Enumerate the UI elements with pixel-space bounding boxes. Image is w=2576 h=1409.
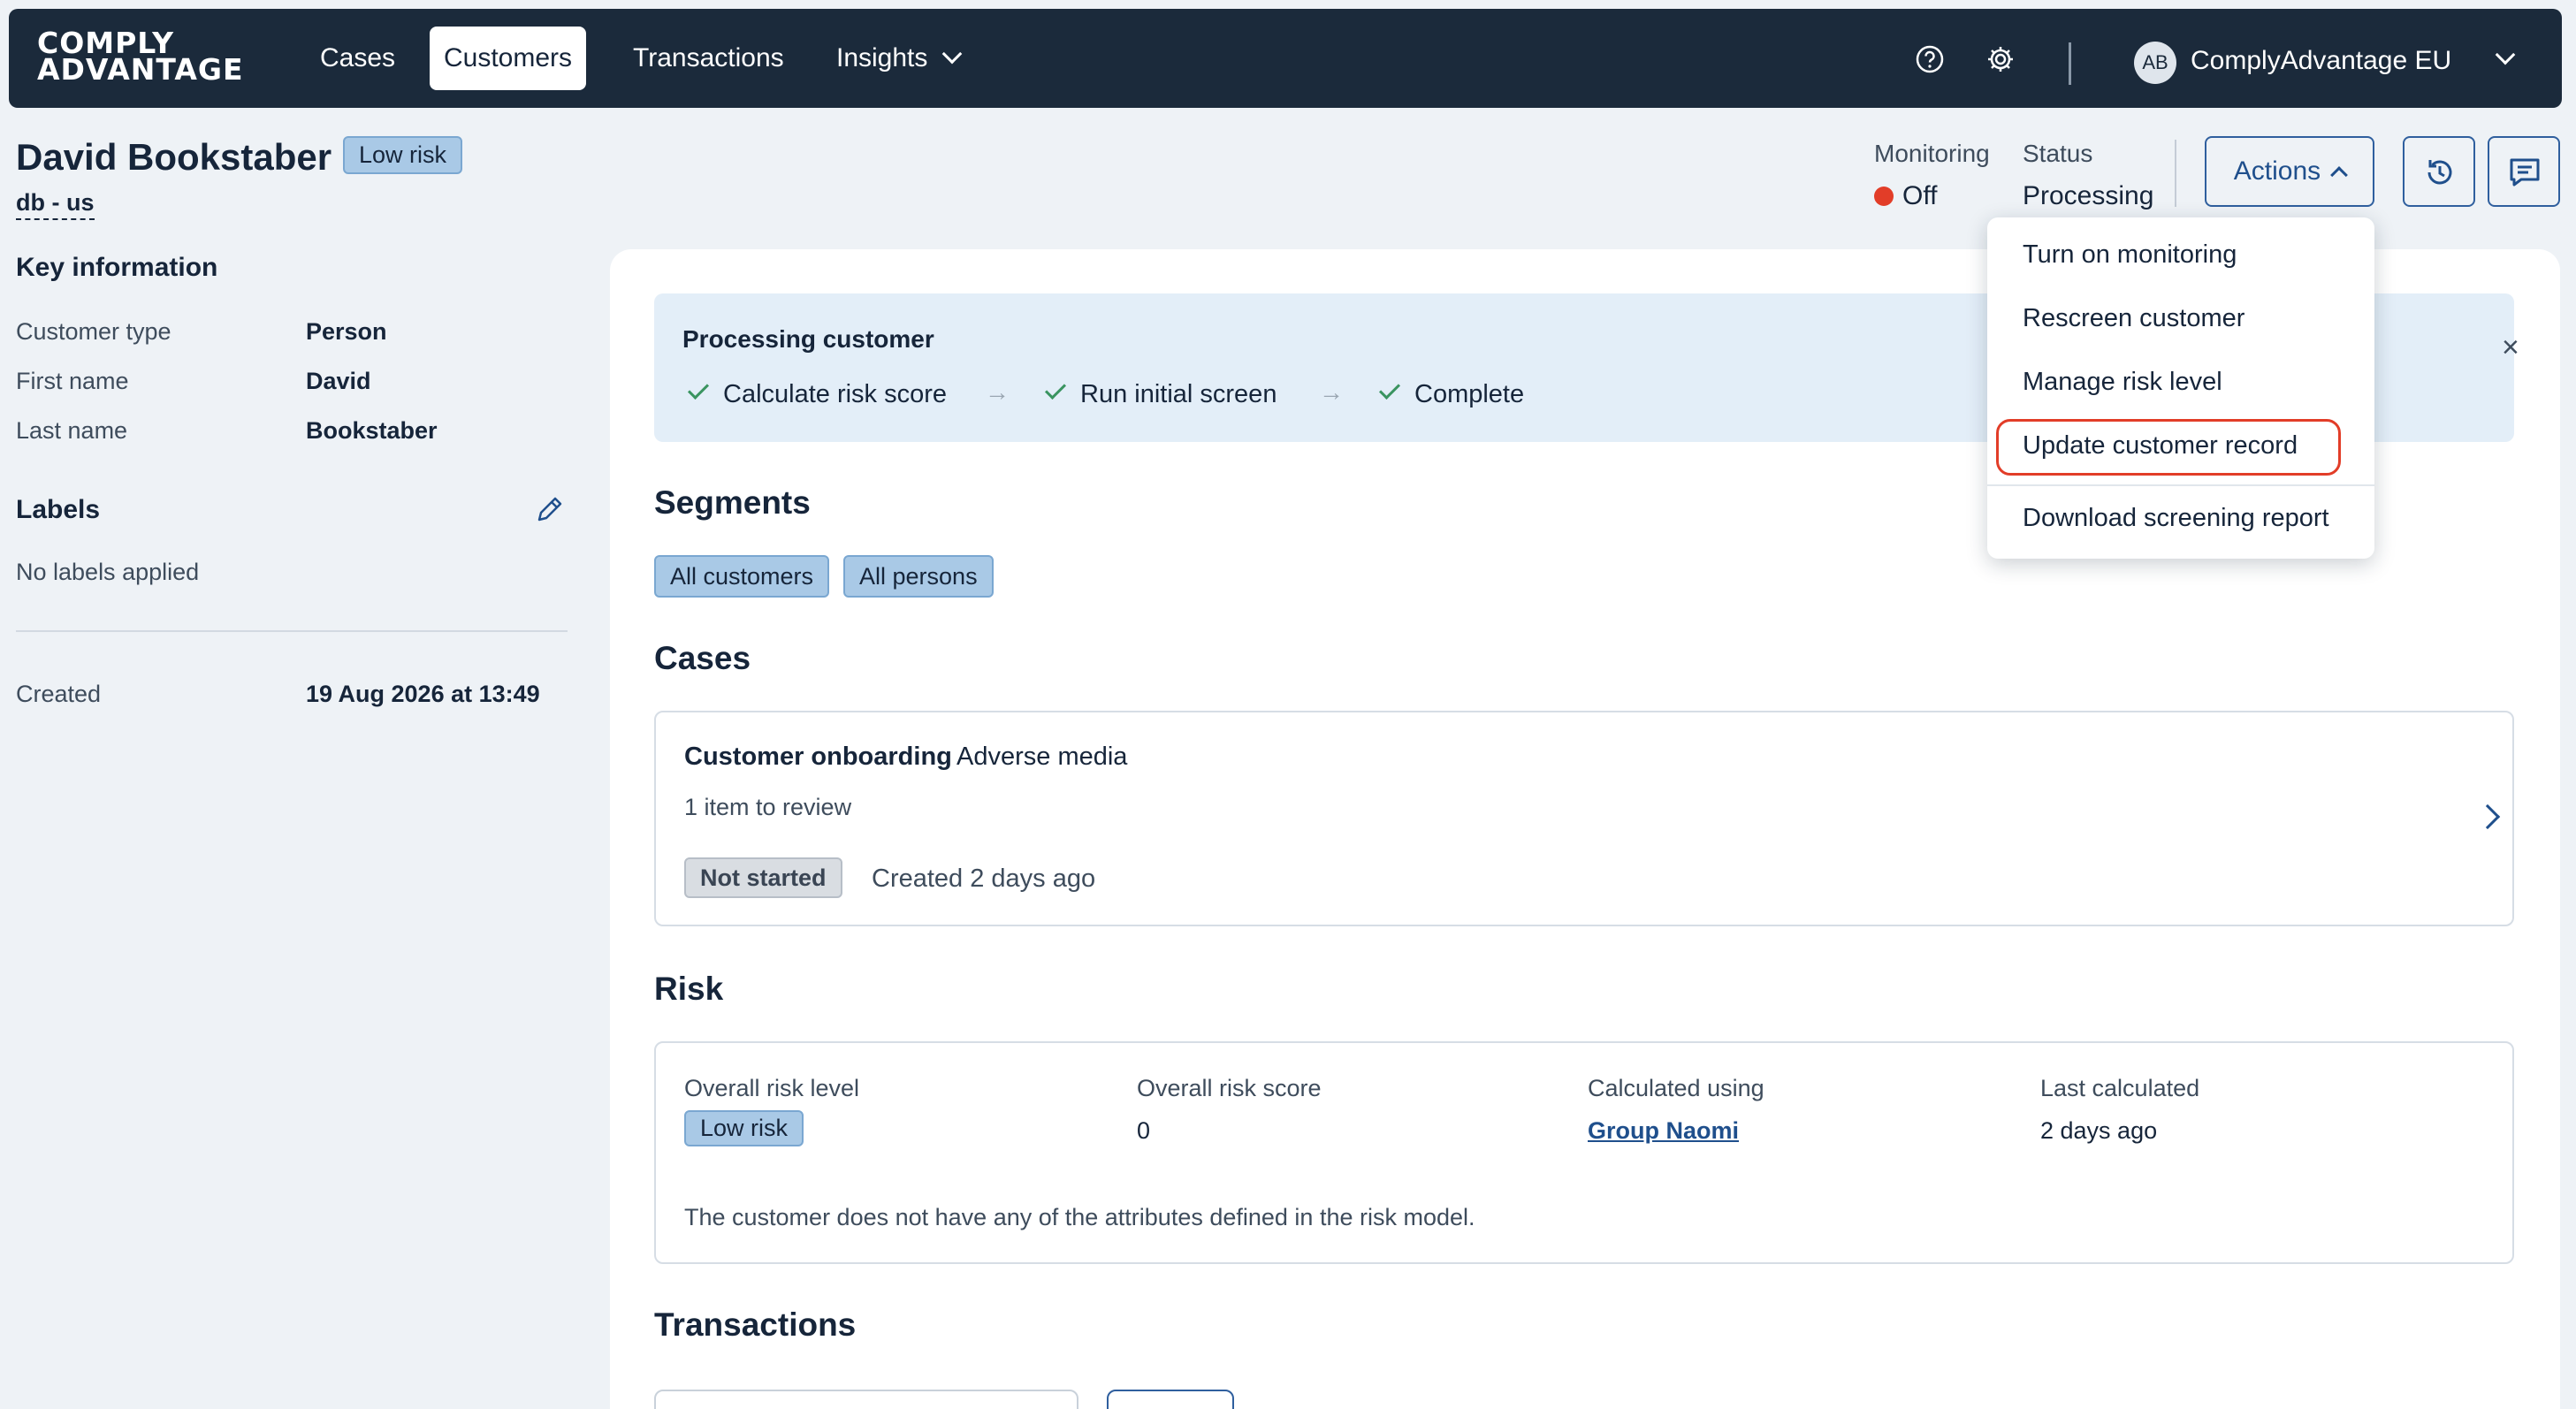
customer-type-label: Customer type — [16, 318, 171, 345]
risk-card: Overall risk level Low risk Overall risk… — [654, 1041, 2514, 1264]
transactions-title: Transactions — [654, 1306, 857, 1343]
org-switcher[interactable]: ComplyAdvantage EU — [2191, 46, 2451, 76]
labels-title: Labels — [16, 495, 101, 524]
settings-gear-icon[interactable] — [1985, 44, 2016, 74]
case-type: Customer onboarding — [684, 743, 952, 771]
overall-risk-level-badge: Low risk — [684, 1110, 804, 1146]
created-label: Created — [16, 681, 102, 707]
nav-item-customers[interactable]: Customers — [430, 27, 587, 90]
step-complete: Complete — [1378, 377, 1525, 409]
help-icon[interactable] — [1915, 44, 1945, 74]
labels-empty-text: No labels applied — [16, 559, 200, 585]
avatar[interactable]: AB — [2134, 42, 2176, 84]
overall-risk-score-value: 0 — [1137, 1117, 1151, 1144]
logo[interactable]: COMPLY ADVANTAGE — [37, 28, 244, 87]
history-icon — [2427, 160, 2452, 185]
segments-title: Segments — [654, 484, 811, 521]
monitoring-status: Off — [1874, 181, 1937, 211]
left-divider — [16, 630, 568, 632]
step-label: Complete — [1414, 380, 1525, 408]
cases-title: Cases — [654, 640, 751, 676]
overall-risk-level-label: Overall risk level — [684, 1075, 860, 1101]
menu-item-turn-on-monitoring[interactable]: Turn on monitoring — [2023, 240, 2237, 270]
monitoring-label: Monitoring — [1874, 140, 1990, 167]
menu-item-manage-risk-level[interactable]: Manage risk level — [2023, 368, 2222, 397]
first-name-value: David — [306, 368, 371, 394]
menu-item-update-customer-record[interactable]: Update customer record — [2023, 431, 2298, 461]
org-chevron-down-icon[interactable] — [2495, 44, 2516, 65]
nav-item-cases[interactable]: Cases — [306, 27, 409, 90]
customer-type-value: Person — [306, 318, 387, 345]
calculated-using-label: Calculated using — [1588, 1075, 1764, 1101]
step-initial-screen: Run initial screen — [1044, 377, 1277, 409]
menu-divider — [1987, 484, 2374, 486]
status-dot-icon — [1874, 187, 1894, 206]
overall-risk-score-label: Overall risk score — [1137, 1075, 1322, 1101]
case-created: Created 2 days ago — [872, 864, 1096, 893]
key-info-title: Key information — [16, 253, 218, 282]
chevron-down-icon — [942, 43, 963, 65]
status-value: Processing — [2023, 181, 2154, 210]
segment-chip[interactable]: All customers — [654, 555, 830, 598]
chevron-up-icon — [2330, 166, 2349, 184]
edit-pencil-icon[interactable] — [534, 493, 566, 525]
risk-title: Risk — [654, 971, 724, 1007]
step-label: Run initial screen — [1080, 380, 1277, 408]
step-calculate-risk: Calculate risk score — [687, 377, 948, 409]
last-name-label: Last name — [16, 417, 128, 444]
customer-name: David Bookstaber — [16, 136, 332, 178]
risk-note: The customer does not have any of the at… — [684, 1204, 1475, 1230]
case-subtype: Adverse media — [956, 743, 1128, 771]
logo-line2: ADVANTAGE — [37, 52, 244, 87]
step-label: Calculate risk score — [723, 380, 948, 408]
close-icon[interactable]: × — [2502, 331, 2519, 365]
comment-icon — [2510, 158, 2540, 187]
risk-badge: Low risk — [343, 136, 463, 174]
nav-item-insights-label: Insights — [836, 43, 928, 72]
created-value: 19 Aug 2026 at 13:49 — [306, 681, 540, 707]
case-status-badge: Not started — [684, 857, 842, 898]
nav-divider — [2069, 42, 2071, 85]
arrow-right-icon: → — [985, 378, 1010, 406]
segment-chip[interactable]: All persons — [843, 555, 994, 598]
customer-id[interactable]: db - us — [16, 189, 95, 220]
last-name-value: Bookstaber — [306, 417, 438, 444]
check-icon — [1044, 377, 1067, 400]
status-label: Status — [2023, 140, 2093, 167]
comments-button[interactable] — [2488, 136, 2560, 207]
nav-item-transactions[interactable]: Transactions — [619, 27, 798, 90]
actions-dropdown-menu: Turn on monitoring Rescreen customer Man… — [1987, 217, 2374, 559]
nav-item-insights[interactable]: Insights — [822, 27, 973, 90]
check-icon — [687, 377, 710, 400]
transactions-filter-button[interactable] — [1107, 1390, 1234, 1409]
case-card[interactable]: Customer onboarding Adverse media 1 item… — [654, 711, 2514, 926]
case-items-to-review: 1 item to review — [684, 794, 852, 820]
banner-title: Processing customer — [682, 325, 934, 353]
monitoring-value: Off — [1902, 181, 1938, 210]
actions-label: Actions — [2233, 156, 2321, 186]
chevron-right-icon[interactable] — [2474, 804, 2501, 830]
last-calculated-label: Last calculated — [2040, 1075, 2200, 1101]
menu-item-rescreen-customer[interactable]: Rescreen customer — [2023, 304, 2244, 333]
actions-button[interactable]: Actions — [2205, 136, 2374, 207]
transactions-filter-input[interactable] — [654, 1390, 1078, 1409]
first-name-label: First name — [16, 368, 129, 394]
top-navigation: COMPLY ADVANTAGE Cases Customers Transac… — [9, 9, 2562, 108]
menu-item-download-screening-report[interactable]: Download screening report — [2023, 504, 2329, 533]
last-calculated-value: 2 days ago — [2040, 1117, 2158, 1144]
risk-model-link[interactable]: Group Naomi — [1588, 1117, 1739, 1145]
history-button[interactable] — [2403, 136, 2475, 207]
header-divider — [2175, 140, 2176, 207]
arrow-right-icon: → — [1319, 378, 1344, 406]
check-icon — [1378, 377, 1401, 400]
